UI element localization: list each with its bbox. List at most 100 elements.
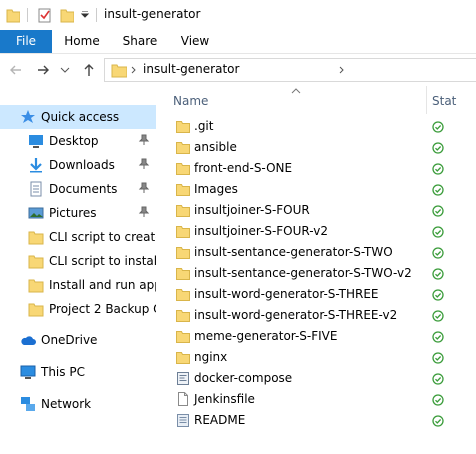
column-header-name[interactable]: Name (173, 94, 208, 108)
computer-icon (20, 365, 36, 379)
divider (96, 8, 97, 22)
nav-label: Pictures (49, 206, 97, 220)
breadcrumb-chevron-icon[interactable] (131, 66, 137, 74)
tab-file[interactable]: File (0, 30, 52, 53)
nav-recent-folder[interactable]: CLI script to create s (0, 225, 173, 249)
documents-icon (30, 181, 42, 197)
up-arrow-icon[interactable] (81, 62, 97, 78)
folder-row[interactable]: insult-word-generator-S-THREE (156, 284, 476, 305)
file-name: insult-word-generator-S-THREE (194, 287, 379, 301)
folder-row[interactable]: meme-generator-S-FIVE (156, 326, 476, 347)
back-arrow-icon[interactable] (8, 62, 24, 78)
nav-quick-access[interactable]: Quick access (0, 105, 156, 129)
sync-status-check-icon (432, 226, 444, 238)
downloads-icon (30, 158, 42, 173)
folder-icon (176, 226, 190, 238)
folder-icon (28, 303, 44, 317)
nav-pictures[interactable]: Pictures (0, 201, 156, 225)
nav-label: CLI script to install v (49, 254, 172, 268)
sync-status-check-icon (432, 373, 444, 385)
sync-status-check-icon (432, 394, 444, 406)
folder-icon (6, 9, 20, 23)
nav-recent-folder[interactable]: Project 2 Backup O (0, 297, 163, 321)
sync-status-check-icon (432, 289, 444, 301)
file-name: .git (194, 119, 214, 133)
folder-icon (176, 352, 190, 364)
folder-row[interactable]: front-end-S-ONE (156, 158, 476, 179)
sync-status-check-icon (432, 310, 444, 322)
nav-label: Desktop (49, 134, 99, 148)
sync-status-check-icon (432, 352, 444, 364)
nav-downloads[interactable]: Downloads (0, 153, 156, 177)
file-name: front-end-S-ONE (194, 161, 293, 175)
nav-recent-folder[interactable]: CLI script to install v (0, 249, 171, 273)
new-folder-icon[interactable] (60, 7, 74, 23)
window-title: insult-generator (104, 7, 201, 21)
column-header-row: Name Stat (156, 86, 476, 114)
folder-row[interactable]: Images (156, 179, 476, 200)
nav-recent-folder[interactable]: Install and run app c (0, 273, 172, 297)
pin-icon[interactable] (138, 158, 150, 170)
tab-view[interactable]: View (172, 30, 218, 53)
file-name: insultjoiner-S-FOUR-v2 (194, 224, 329, 238)
file-name: ansible (194, 140, 237, 154)
forward-arrow-icon[interactable] (35, 62, 51, 78)
nav-label: Project 2 Backup O (49, 302, 163, 316)
folder-row[interactable]: .git (156, 116, 476, 137)
file-name: README (194, 413, 246, 427)
folder-icon (28, 231, 44, 245)
sync-status-check-icon (432, 331, 444, 343)
folder-row[interactable]: ansible (156, 137, 476, 158)
title-bar: insult-generator (0, 0, 476, 30)
tab-share[interactable]: Share (116, 30, 164, 53)
nav-label: Quick access (41, 110, 120, 124)
nav-documents[interactable]: Documents (0, 177, 156, 201)
file-row[interactable]: README (156, 410, 476, 431)
file-name: meme-generator-S-FIVE (194, 329, 338, 343)
file-name: insult-sentance-generator-S-TWO-v2 (194, 266, 412, 280)
nav-this-pc[interactable]: This PC (0, 360, 156, 384)
folder-row[interactable]: insultjoiner-S-FOUR-v2 (156, 221, 476, 242)
file-row[interactable]: docker-compose (156, 368, 476, 389)
nav-desktop[interactable]: Desktop (0, 129, 156, 153)
folder-row[interactable]: insult-sentance-generator-S-TWO (156, 242, 476, 263)
nav-label: Network (41, 397, 92, 411)
tab-home[interactable]: Home (58, 30, 106, 53)
column-header-status[interactable]: Stat (432, 94, 456, 108)
file-name: insultjoiner-S-FOUR (194, 203, 310, 217)
file-row[interactable]: Jenkinsfile (156, 389, 476, 410)
folder-row[interactable]: nginx (156, 347, 476, 368)
pin-icon[interactable] (138, 206, 150, 218)
file-name: insult-word-generator-S-THREE-v2 (194, 308, 398, 322)
breadcrumb-current[interactable]: insult-generator (143, 62, 239, 76)
folder-icon (176, 310, 190, 322)
recent-locations-chevron-icon[interactable] (60, 66, 76, 82)
sync-status-check-icon (432, 184, 444, 196)
sync-status-check-icon (432, 247, 444, 259)
nav-label: Downloads (49, 158, 115, 172)
folder-row[interactable]: insult-sentance-generator-S-TWO-v2 (156, 263, 476, 284)
folder-icon (176, 163, 190, 175)
nav-network[interactable]: Network (0, 392, 156, 416)
pin-icon[interactable] (138, 182, 150, 194)
nav-onedrive[interactable]: OneDrive (0, 328, 156, 352)
ribbon: File Home Share View (0, 30, 476, 54)
folder-row[interactable]: insultjoiner-S-FOUR (156, 200, 476, 221)
network-icon (21, 397, 35, 411)
column-divider[interactable] (426, 86, 427, 114)
pin-icon[interactable] (138, 134, 150, 146)
properties-icon[interactable] (38, 7, 52, 23)
sync-status-check-icon (432, 415, 444, 427)
file-list: Name Stat .git ansible front-end-S-ONE Imag… (156, 86, 476, 454)
folder-row[interactable]: insult-word-generator-S-THREE-v2 (156, 305, 476, 326)
text-file-icon (177, 414, 189, 427)
desktop-icon (29, 135, 43, 148)
sync-status-check-icon (432, 121, 444, 133)
address-bar[interactable]: insult-generator (104, 58, 476, 82)
folder-icon (176, 184, 190, 196)
customize-toolbar-icon[interactable] (80, 11, 90, 27)
folder-icon (176, 205, 190, 217)
breadcrumb-chevron-icon[interactable] (339, 66, 345, 74)
sync-status-check-icon (432, 163, 444, 175)
nav-label: Install and run app c (49, 278, 173, 292)
